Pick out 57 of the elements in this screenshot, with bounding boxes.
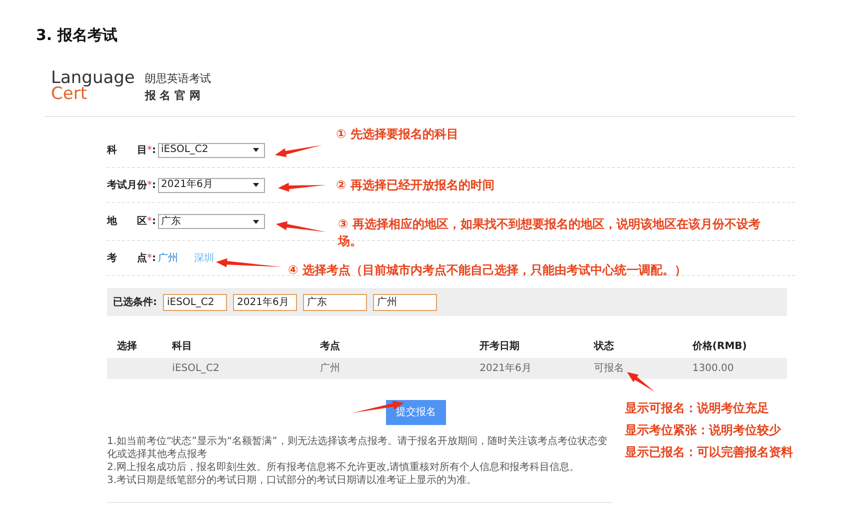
- annotation-text: ③ 再选择相应的地区，如果找不到想要报名的地区，说明该地区在该月份不设考场。: [338, 216, 762, 250]
- logo-subtitle: 报 名 官 网: [144, 88, 202, 103]
- field-label: 考 点: [107, 252, 147, 266]
- required-mark: *: [147, 144, 152, 158]
- dropdown-caret-icon: [253, 220, 259, 224]
- section-heading: 3. 报名考试: [35, 25, 118, 46]
- column-header: 选择: [117, 340, 138, 354]
- column-header: 状态: [594, 340, 615, 354]
- column-header: 科目: [172, 340, 194, 354]
- table-cell-text: 2021年6月: [480, 362, 532, 376]
- logo-word: Language: [51, 70, 135, 86]
- dropdown-caret-icon: [253, 183, 259, 187]
- select-field[interactable]: 2021年6月: [158, 178, 265, 192]
- column-header: 开考日期: [480, 340, 521, 354]
- required-mark: *: [147, 215, 152, 229]
- pointer-arrow: [278, 182, 326, 192]
- pointer-arrow: [275, 145, 322, 158]
- select-field[interactable]: 广东: [158, 214, 265, 229]
- dropdown-caret-icon: [253, 148, 259, 152]
- annotation-text: 显示已报名：可以完善报名资料: [625, 444, 793, 461]
- condition-field: 2021年6月: [233, 294, 297, 310]
- note-text: 3.考试日期是纸笔部分的考试日期，口试部分的考试日期请以准考证上显示的为准。: [107, 474, 478, 487]
- label-colon: :: [152, 215, 156, 229]
- note-text: 1.如当前考位“状态”显示为“名额暂满”，则无法选择该考点报考。请于报名开放期间，随时关注该考点考位状态变化或选择其他考点报考: [107, 435, 608, 461]
- table-row[interactable]: iESOL_C2 广州 2021年6月 可报名 1300.00: [107, 358, 787, 379]
- center-link[interactable]: 广州: [158, 250, 178, 266]
- annotation-text: ② 再选择已经开放报名的时间: [336, 177, 494, 194]
- required-mark: *: [147, 252, 152, 266]
- table-cell-text: iESOL_C2: [172, 362, 220, 376]
- submit-button[interactable]: 提交报名: [386, 400, 446, 425]
- annotation-text: 显示可报名：说明考位充足: [625, 400, 769, 417]
- field-label: 考试月份: [107, 178, 147, 192]
- pointer-arrow: [627, 372, 655, 392]
- pointer-arrow: [216, 258, 282, 268]
- note-text: 2.网上报名成功后，报名即刻生效。所有报考信息将不允许更改,请慎重核对所有个人信息和报考科目信息。: [107, 461, 581, 474]
- condition-field: 广州: [373, 294, 437, 310]
- field-label: 地 区: [107, 214, 147, 229]
- annotation-text: 显示考位紧张：说明考位较少: [625, 422, 781, 439]
- table-cell-text: 1300.00: [692, 362, 735, 376]
- label-colon: :: [152, 252, 156, 266]
- label-colon: :: [152, 144, 156, 158]
- column-header: 考点: [320, 340, 341, 354]
- annotation-text: ④ 选择考点（目前城市内考点不能自己选择，只能由考试中心统一调配。）: [288, 262, 686, 279]
- pointer-arrow: [276, 221, 326, 232]
- column-header: 价格(RMB): [692, 340, 748, 354]
- annotation-text: ① 先选择要报名的科目: [336, 126, 458, 143]
- table-cell-text: 可报名: [594, 362, 625, 376]
- table-cell-text: 广州: [320, 362, 341, 376]
- logo-word: Cert: [51, 86, 87, 102]
- logo-title: 朗思英语考试: [144, 71, 211, 86]
- condition-field: 广东: [303, 294, 367, 310]
- condition-field: iESOL_C2: [163, 294, 227, 310]
- required-mark: *: [147, 178, 152, 192]
- label-colon: :: [152, 178, 156, 192]
- conditions-label: 已选条件:: [113, 296, 157, 310]
- field-label: 科 目: [107, 144, 147, 158]
- select-field[interactable]: iESOL_C2: [158, 142, 265, 158]
